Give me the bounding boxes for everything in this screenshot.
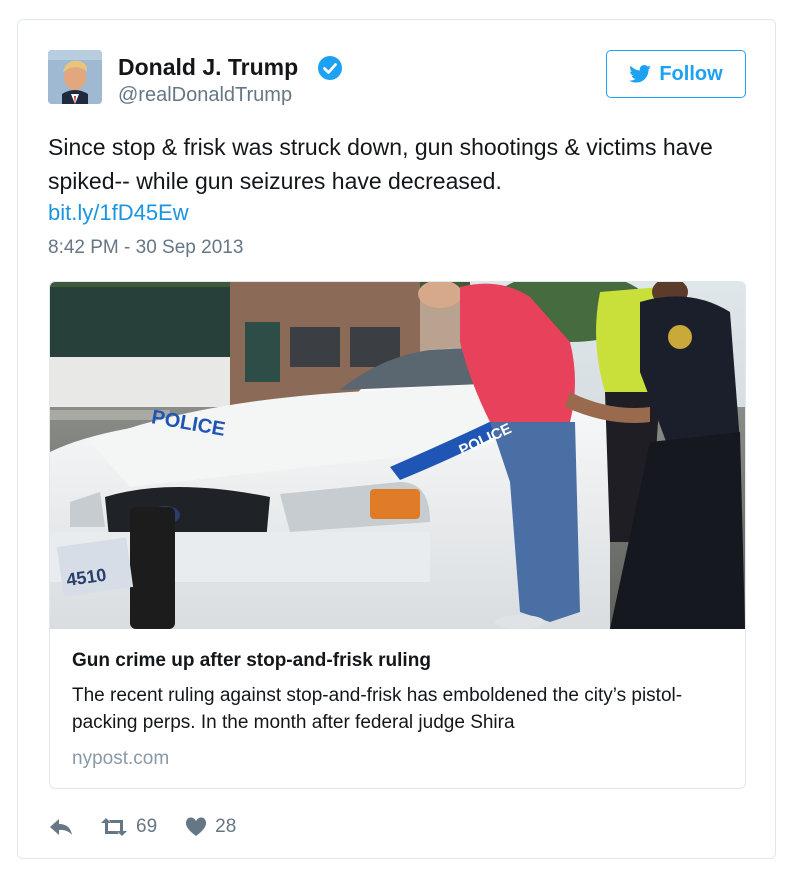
link-card[interactable]: POLICE POLICE 4510 Gun crime up after st… [49, 281, 746, 789]
reply-button[interactable] [48, 817, 74, 837]
like-button[interactable]: 28 [185, 816, 236, 838]
reply-icon [50, 819, 72, 835]
card-description: The recent ruling against stop-and-frisk… [72, 685, 683, 733]
card-image[interactable]: POLICE POLICE 4510 [50, 282, 745, 629]
tweet-timestamp[interactable]: 8:42 PM - 30 Sep 2013 [48, 237, 243, 259]
tweet-actions: 69 28 [48, 812, 236, 842]
retweet-icon [101, 818, 127, 836]
twitter-bird-icon [629, 65, 652, 83]
user-handle[interactable]: @realDonaldTrump [118, 84, 292, 107]
like-count: 28 [215, 816, 237, 837]
tweet-text: Since stop & frisk was struck down, gun … [48, 134, 713, 194]
heart-icon [186, 817, 207, 836]
avatar-image [48, 50, 102, 104]
tweet-link[interactable]: bit.ly/1fD45Ew [48, 200, 189, 226]
card-domain: nypost.com [72, 748, 170, 769]
avatar[interactable] [48, 50, 102, 104]
card-title[interactable]: Gun crime up after stop-and-frisk ruling [72, 650, 431, 672]
retweet-count: 69 [136, 816, 158, 837]
retweet-button[interactable]: 69 [100, 816, 157, 838]
follow-button-label: Follow [659, 62, 723, 85]
tweet-card: Donald J. Trump @realDonaldTrump Follow … [17, 19, 776, 859]
display-name[interactable]: Donald J. Trump [118, 54, 298, 81]
follow-button[interactable]: Follow [606, 50, 746, 98]
verified-badge-icon [317, 55, 343, 86]
